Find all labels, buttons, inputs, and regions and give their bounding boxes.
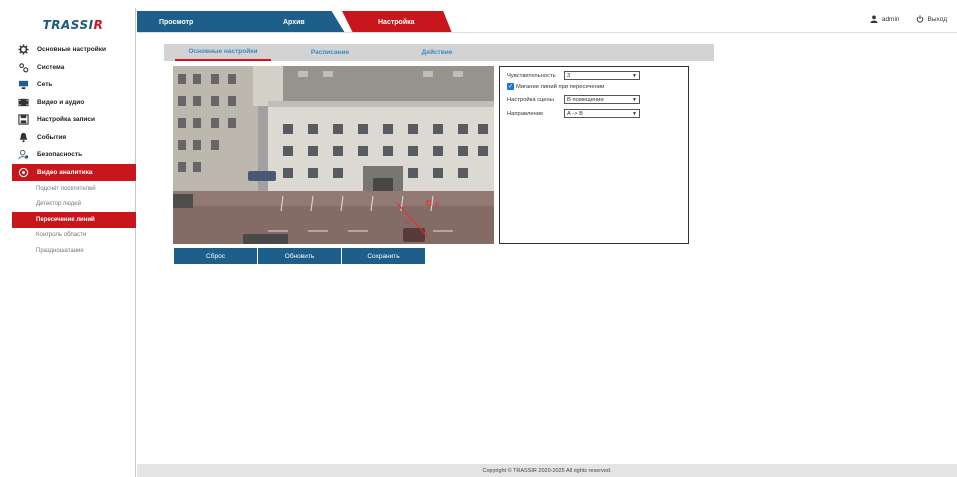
logout-button[interactable]: Выход — [916, 15, 947, 23]
blink-checkbox-wrapper: ✓ Мигание линий при пересечении — [507, 83, 604, 90]
power-icon — [916, 15, 923, 23]
video-icon — [18, 97, 29, 108]
sensitivity-label: Чувствительность — [507, 72, 556, 79]
tab-view[interactable]: Просмотр — [137, 11, 247, 33]
user-lock-icon — [18, 149, 29, 160]
sidebar-menu: Основные настройки Система Сеть Видео и … — [8, 41, 136, 259]
sidebar-item-label: Система — [37, 63, 65, 71]
sidebar-item-label: Сеть — [37, 81, 53, 89]
subtab-schedule[interactable]: Расписание — [282, 44, 378, 61]
chevron-down-icon: ▼ — [632, 72, 637, 79]
save-icon — [18, 114, 29, 125]
chevron-down-icon: ▼ — [632, 96, 637, 103]
subitem-people-detector[interactable]: Детектор людей — [8, 197, 136, 213]
logo-text: TRASSI — [42, 18, 94, 32]
chevron-down-icon: ▼ — [632, 110, 637, 117]
blink-row: ✓ Мигание линий при пересечении — [507, 83, 604, 90]
user-icon — [870, 15, 878, 23]
scene-row: Настройка сцены В помещении ▼ — [507, 95, 640, 104]
subitem-line-crossing[interactable]: Пересечение линий — [12, 212, 136, 228]
user-menu[interactable]: admin — [870, 15, 900, 23]
user-controls: admin Выход — [870, 15, 947, 23]
save-button[interactable]: Сохранить — [342, 248, 425, 264]
analytics-icon — [18, 167, 29, 178]
action-buttons: Сброс Обновить Сохранить — [174, 248, 425, 264]
tab-archive[interactable]: Архив — [233, 11, 345, 33]
direction-select[interactable]: A -> B ▼ — [564, 109, 640, 118]
reset-button[interactable]: Сброс — [174, 248, 257, 264]
gears-icon — [18, 62, 29, 73]
sidebar-item-label: Видео и аудио — [37, 98, 85, 106]
direction-value: A -> B — [567, 110, 583, 117]
refresh-button[interactable]: Обновить — [258, 248, 341, 264]
network-icon — [18, 79, 29, 90]
logo-r: R — [93, 18, 104, 32]
subitem-loitering[interactable]: Праздношатание — [8, 243, 136, 259]
settings-subtabs: Основные настройки Расписание Действие — [164, 44, 714, 61]
camera-image: A B — [173, 66, 494, 244]
sidebar-item-events[interactable]: События — [8, 129, 136, 147]
bell-icon — [18, 132, 29, 143]
trassir-logo: TRASSI R — [18, 10, 128, 40]
scene-select[interactable]: В помещении ▼ — [564, 95, 640, 104]
sidebar-item-system[interactable]: Система — [8, 59, 136, 77]
scene-value: В помещении — [567, 96, 604, 103]
sensitivity-select[interactable]: 3 ▼ — [564, 71, 640, 80]
sensitivity-value: 3 — [567, 72, 571, 79]
footer-copyright: Copyright © TRASSIR 2020-2025 All rights… — [137, 464, 957, 477]
direction-row: Направление A -> B ▼ — [507, 109, 640, 118]
subitem-area-control[interactable]: Контроль области — [8, 228, 136, 244]
blink-checkbox[interactable]: ✓ — [507, 83, 514, 90]
sidebar-item-label: Видео аналитика — [37, 168, 93, 176]
sidebar-item-record-settings[interactable]: Настройка записи — [8, 111, 136, 129]
sidebar-item-security[interactable]: Безопасность — [8, 146, 136, 164]
sidebar-item-network[interactable]: Сеть — [8, 76, 136, 94]
sidebar: TRASSI R Основные настройки Система Сеть … — [8, 8, 136, 477]
gear-icon — [18, 44, 29, 55]
camera-preview[interactable]: A B — [173, 66, 494, 244]
top-navigation: Просмотр Архив Настройка admin Выход — [137, 8, 957, 33]
sensitivity-row: Чувствительность 3 ▼ — [507, 71, 640, 80]
sidebar-item-label: Основные настройки — [37, 46, 106, 54]
tab-settings[interactable]: Настройка — [342, 11, 452, 33]
subitem-visitor-count[interactable]: Подсчёт посетителей — [8, 181, 136, 197]
top-divider — [137, 32, 957, 33]
logout-label: Выход — [927, 15, 947, 23]
sidebar-item-label: Безопасность — [37, 151, 83, 159]
sidebar-item-video-audio[interactable]: Видео и аудио — [8, 94, 136, 112]
subtab-basic-settings[interactable]: Основные настройки — [175, 44, 271, 61]
subtab-action[interactable]: Действие — [389, 44, 485, 61]
sidebar-item-basic-settings[interactable]: Основные настройки — [8, 41, 136, 59]
direction-label: Направление — [507, 110, 544, 117]
username: admin — [881, 15, 900, 23]
sidebar-item-label: Настройка записи — [37, 116, 96, 124]
scene-label: Настройка сцены — [507, 96, 554, 103]
sidebar-item-video-analytics[interactable]: Видео аналитика — [12, 163, 136, 181]
blink-label: Мигание линий при пересечении — [516, 83, 605, 90]
sidebar-item-label: События — [37, 133, 67, 141]
line-crossing-settings-panel: Чувствительность 3 ▼ ✓ Мигание линий при… — [499, 66, 689, 244]
